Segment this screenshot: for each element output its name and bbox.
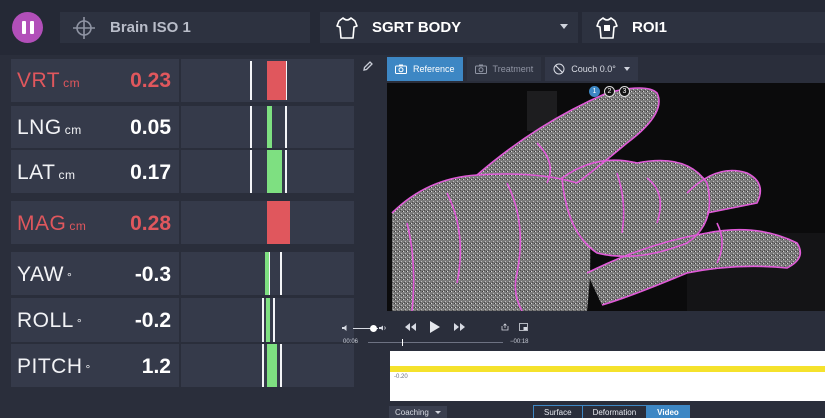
metric-row-vrt: VRT cm 0.23 — [11, 59, 354, 102]
crosshair-icon — [73, 16, 95, 39]
torso-icon — [336, 16, 358, 39]
roi-torso-icon — [596, 16, 618, 39]
chevron-down-icon — [560, 24, 568, 29]
camera-tab-bar: Reference Treatment Couch 0.0° — [387, 57, 638, 81]
top-bar: Brain ISO 1 SGRT BODY ROI1 — [0, 0, 825, 55]
rewind-icon[interactable] — [405, 323, 416, 331]
deviation-bar — [181, 252, 354, 295]
timeline-playhead[interactable] — [402, 339, 403, 346]
time-elapsed: 00:06 — [343, 339, 359, 345]
metric-row-yaw: YAW ° -0.3 — [11, 252, 354, 295]
roi-selector[interactable]: ROI1 — [582, 12, 825, 43]
chevron-down-icon — [623, 67, 630, 71]
motion-graph: -0.20 — [390, 351, 825, 401]
isocenter-label: Brain ISO 1 — [110, 19, 191, 36]
deviation-fill — [267, 201, 290, 244]
volume-knob[interactable] — [370, 325, 377, 332]
pencil-icon[interactable] — [362, 60, 374, 72]
metric-row-roll: ROLL ° -0.2 — [11, 298, 354, 342]
deviation-fill — [267, 61, 286, 100]
metric-value: 0.23 — [130, 69, 171, 92]
metric-row-lat: LAT cm 0.17 — [11, 150, 354, 193]
metric-value: 0.05 — [130, 116, 171, 139]
chevron-down-icon — [434, 410, 441, 414]
pause-icon — [21, 21, 26, 34]
coaching-dropdown[interactable]: Coaching — [389, 406, 447, 418]
camera-2-button[interactable]: 2 — [604, 86, 615, 97]
metric-value: 1.2 — [141, 355, 171, 378]
metric-value: -0.3 — [134, 263, 171, 286]
deviation-fill — [267, 106, 272, 148]
metric-name: VRT cm — [17, 69, 81, 92]
view-mode-tabs: Surface Deformation Video — [533, 405, 690, 418]
camera-3-button[interactable]: 3 — [619, 86, 630, 97]
metric-value: 0.28 — [130, 212, 171, 235]
picture-in-picture-icon[interactable] — [519, 323, 528, 331]
couch-angle-dropdown[interactable]: Couch 0.0° — [545, 57, 638, 81]
deviation-bar — [181, 344, 354, 387]
fast-forward-icon[interactable] — [454, 323, 465, 331]
volume-up-icon[interactable] — [379, 324, 387, 332]
export-icon[interactable] — [501, 323, 509, 331]
pause-button[interactable] — [12, 12, 43, 43]
deviation-fill — [265, 252, 269, 295]
roi-label: ROI1 — [632, 19, 668, 36]
surface-camera-view[interactable] — [387, 83, 825, 311]
metric-name: PITCH ° — [17, 355, 91, 378]
camera-selector: 1 2 3 — [589, 86, 630, 97]
tab-deformation[interactable]: Deformation — [582, 406, 648, 418]
patient-surface-image — [387, 83, 825, 311]
deviation-bar — [181, 59, 354, 102]
metric-name: MAG cm — [17, 212, 87, 235]
tab-surface[interactable]: Surface — [534, 406, 583, 418]
playback-controls: 00:06 −00:18 — [338, 318, 825, 350]
timeline-scrubber[interactable] — [368, 342, 503, 343]
isocenter-selector[interactable]: Brain ISO 1 — [60, 12, 310, 43]
metric-name: ROLL ° — [17, 309, 83, 332]
metric-value: 0.17 — [130, 161, 171, 184]
deviation-fill — [266, 298, 270, 342]
tolerance-band — [390, 366, 825, 372]
surface-selector[interactable]: SGRT BODY — [320, 12, 578, 43]
couch-icon — [553, 63, 565, 75]
deviation-bar — [181, 298, 354, 342]
tab-video[interactable]: Video — [647, 406, 689, 418]
surface-label: SGRT BODY — [372, 19, 462, 36]
metric-name: YAW ° — [17, 263, 73, 286]
tab-treatment[interactable]: Treatment — [466, 57, 542, 81]
time-remaining: −00:18 — [510, 339, 529, 345]
metric-row-pitch: PITCH ° 1.2 — [11, 344, 354, 387]
metric-name: LAT cm — [17, 161, 76, 184]
deviation-bar — [181, 106, 354, 148]
metric-value: -0.2 — [134, 309, 171, 332]
camera-icon — [395, 64, 407, 74]
metric-row-mag: MAG cm 0.28 — [11, 201, 354, 244]
speaker-icon[interactable] — [342, 324, 350, 332]
camera-1-button[interactable]: 1 — [589, 86, 600, 97]
camera-icon — [474, 64, 487, 74]
deviation-fill — [267, 150, 282, 193]
graph-axis-label: -0.20 — [394, 374, 408, 380]
deviation-bar — [181, 150, 354, 193]
tab-reference[interactable]: Reference — [387, 57, 463, 81]
metric-row-lng: LNG cm 0.05 — [11, 106, 354, 148]
deviation-fill — [267, 344, 277, 387]
play-icon[interactable] — [430, 321, 440, 333]
deviation-bar — [181, 201, 354, 244]
metric-name: LNG cm — [17, 116, 82, 139]
